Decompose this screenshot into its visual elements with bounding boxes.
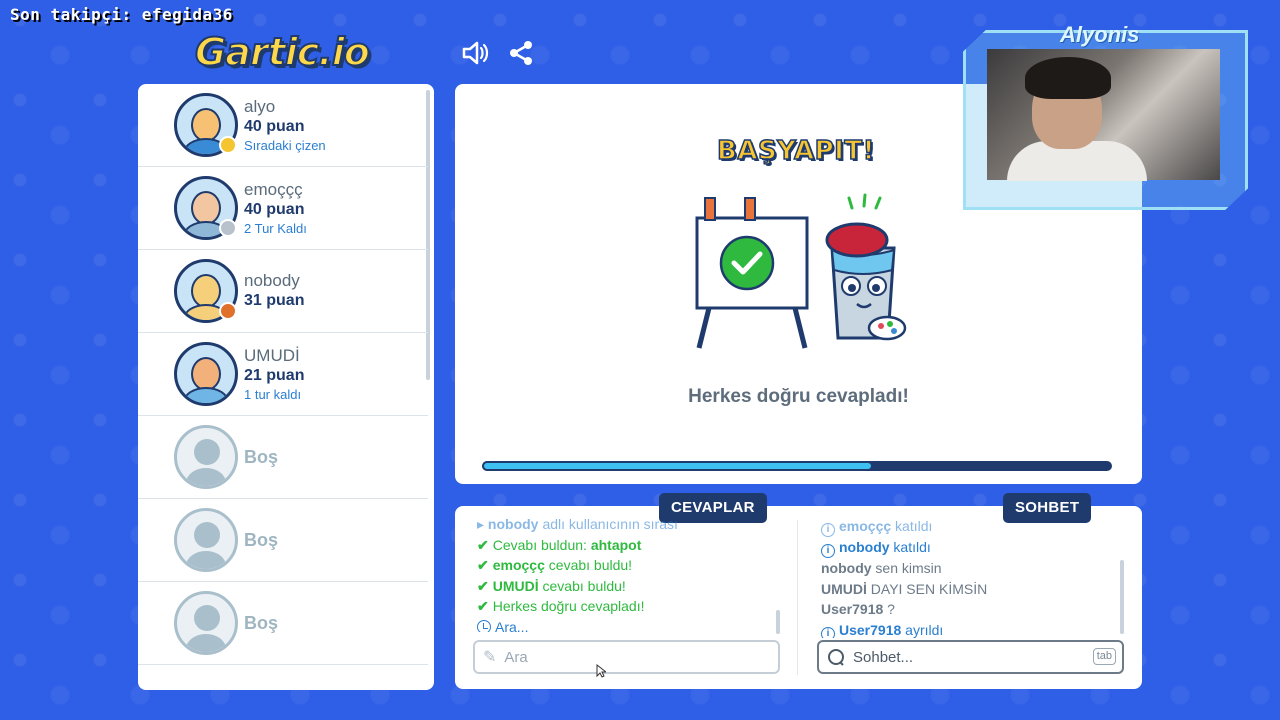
player-name: UMUDİ <box>244 345 300 365</box>
list-item: Ara... <box>477 617 777 632</box>
check-icon: ✔ <box>477 598 489 614</box>
masterpiece-title: BAŞYAPIT! <box>716 135 875 167</box>
player-note: 1 tur kaldı <box>244 386 302 402</box>
player-list: alyo 40 puan Sıradaki çizen emoççç 40 pu… <box>138 84 434 690</box>
pencil-icon: ✎ <box>483 649 497 666</box>
info-icon: i <box>821 544 835 558</box>
list-item: ✔ UMUDİ cevabı buldu! <box>477 577 626 594</box>
check-icon: ✔ <box>477 557 489 573</box>
clock-icon <box>477 619 491 632</box>
player-name: emoççç <box>244 179 303 199</box>
all-correct-message: Herkes doğru cevapladı! <box>688 386 909 407</box>
status-badge <box>219 302 237 320</box>
streamer-name: Alyonis <box>1060 22 1140 47</box>
round-progress-fill <box>482 461 873 471</box>
answers-list: ▸ nobody adlı kullanıcının sırası ✔ Cevabı… <box>477 514 777 632</box>
status-badge <box>219 219 237 237</box>
tab-key-hint: tab <box>1092 648 1116 665</box>
share-icon[interactable] <box>506 38 536 68</box>
webcam-video <box>987 49 1220 181</box>
list-item: ✔ Cevabı buldun: ahtapot <box>477 536 642 553</box>
player-score: 40 puan <box>244 200 305 218</box>
list-item: i emoççç katıldı <box>821 516 1121 537</box>
answer-input[interactable] <box>504 648 741 666</box>
info-icon: i <box>821 523 835 537</box>
chat-scrollbar[interactable] <box>1120 560 1124 634</box>
player-row[interactable]: alyo 40 puan Sıradaki çizen <box>138 84 428 167</box>
empty-avatar-icon <box>174 591 238 655</box>
chat-input[interactable] <box>853 648 1089 666</box>
masterpiece-illustration-icon <box>695 193 907 349</box>
last-follower-overlay: Son takipçi: efegida36 <box>10 5 233 24</box>
status-badge <box>219 136 237 154</box>
list-item: ✔ Herkes doğru cevapladı! <box>477 598 645 614</box>
empty-avatar-icon <box>174 508 238 572</box>
empty-slot-label: Boş <box>244 447 279 467</box>
empty-slot: Boş <box>138 582 428 665</box>
gartic-logo[interactable]: Gartic.io <box>194 29 371 75</box>
player-row[interactable]: emoççç 40 puan 2 Tur Kaldı <box>138 167 428 250</box>
player-note: 2 Tur Kaldı <box>244 220 307 236</box>
list-item: User7918 ? <box>821 601 895 617</box>
empty-avatar-icon <box>174 425 238 489</box>
answer-input-box[interactable]: ✎ <box>473 640 780 674</box>
player-name: nobody <box>244 271 300 290</box>
answers-scrollbar[interactable] <box>776 610 780 634</box>
player-row[interactable]: UMUDİ 21 puan 1 tur kaldı <box>138 333 428 416</box>
check-icon: ✔ <box>477 536 489 553</box>
chat-list: i emoççç katıldı i nobody katıldı nobody s… <box>821 516 1121 638</box>
list-item: nobody sen kimsin <box>821 560 942 576</box>
player-score: 21 puan <box>244 366 305 384</box>
list-item: ✔ emoççç cevabı buldu! <box>477 557 633 573</box>
info-icon: i <box>821 626 835 638</box>
empty-slot-label: Boş <box>244 530 279 550</box>
player-row[interactable]: nobody 31 puan <box>138 250 428 333</box>
player-score: 40 puan <box>244 117 305 135</box>
list-item: UMUDİ DAYI SEN KİMSİN <box>821 580 988 597</box>
empty-slot: Boş <box>138 416 428 499</box>
speaker-icon[interactable] <box>460 38 490 68</box>
mouse-cursor-icon <box>596 664 606 678</box>
list-item: i nobody katıldı <box>821 537 1121 558</box>
chat-bubble-icon <box>828 649 844 666</box>
list-item: ▸ nobody adlı kullanıcının sırası <box>477 516 678 532</box>
empty-slot: Boş <box>138 499 428 582</box>
empty-slot-label: Boş <box>244 613 279 633</box>
answers-chat-panel: CEVAPLAR SOHBET ▸ nobody adlı kullanıcını… <box>455 493 1142 689</box>
player-name: alyo <box>244 96 276 116</box>
player-score: 31 puan <box>244 292 305 309</box>
avatar <box>174 342 238 406</box>
round-progress-bar <box>482 461 1112 471</box>
check-icon: ✔ <box>477 577 489 594</box>
column-divider <box>797 520 798 675</box>
webcam-overlay: Alyonis <box>963 22 1251 214</box>
player-note: Sıradaki çizen <box>244 137 326 153</box>
list-item: i User7918 ayrıldı <box>821 620 1121 638</box>
chat-input-box[interactable]: tab <box>817 640 1124 674</box>
